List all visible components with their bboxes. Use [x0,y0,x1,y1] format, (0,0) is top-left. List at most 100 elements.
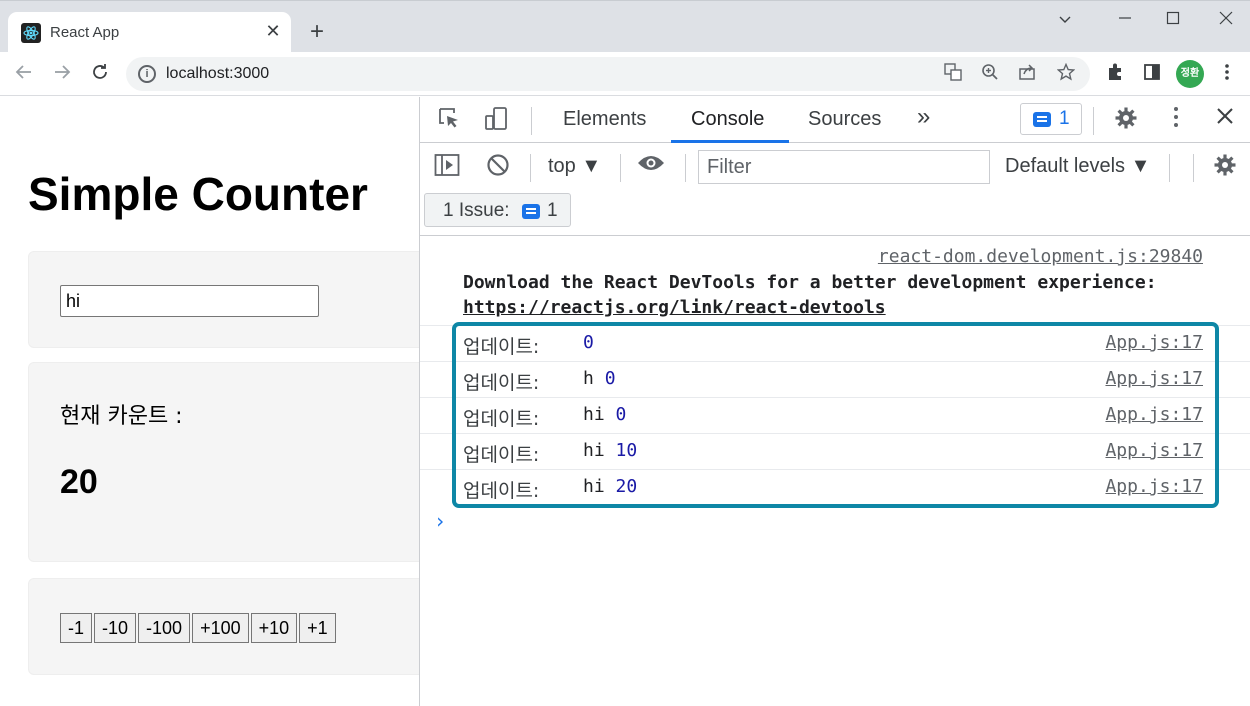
separator [531,107,532,135]
device-toolbar-icon[interactable] [482,106,510,134]
issues-button[interactable]: 1 Issue: 1 [424,193,571,227]
close-window-icon[interactable] [1211,9,1241,33]
tab-close-icon[interactable]: ✕ [262,20,284,42]
devtools-tab-bar: Elements Console Sources » 1 [420,97,1250,143]
sidebar-toggle-icon[interactable] [433,153,461,181]
browser-window: React App ✕ + i localhost:3000 정환 Simple… [0,0,1250,706]
minimize-icon[interactable] [1110,9,1140,33]
count-value: 20 [60,463,98,501]
separator [530,154,531,182]
active-tab-indicator [671,140,789,143]
log-number: 10 [615,440,638,461]
minus-10-button[interactable]: -10 [94,613,137,643]
react-logo-icon [21,23,41,43]
close-devtools-icon[interactable] [1211,106,1239,134]
more-options-icon[interactable] [1162,106,1190,134]
plus-10-button[interactable]: +10 [250,613,298,643]
log-text: hi 0 [583,404,627,425]
log-source-link[interactable]: App.js:17 [1105,476,1203,497]
context-select[interactable]: top ▼ [548,155,601,178]
url-text: localhost:3000 [166,65,270,82]
separator [1169,154,1170,182]
extensions-icon[interactable] [1103,62,1127,86]
react-devtools-link[interactable]: https://reactjs.org/link/react-devtools [463,297,886,318]
forward-icon[interactable] [50,62,74,86]
devtools-panel: Elements Console Sources » 1 top ▼ Filte… [419,97,1250,706]
minus-1-button[interactable]: -1 [60,613,93,643]
side-panel-icon[interactable] [1140,62,1164,86]
maximize-icon[interactable] [1158,9,1188,33]
browser-toolbar: i localhost:3000 정환 [0,52,1250,96]
tab-strip: React App ✕ + [0,0,1250,53]
console-output: react-dom.development.js:29840 Download … [420,237,1250,706]
issues-bar: 1 Issue: 1 [420,190,1250,236]
log-source-link[interactable]: App.js:17 [1105,368,1203,389]
tab-elements[interactable]: Elements [563,108,646,131]
separator [1193,154,1194,182]
log-label: 업데이트: [463,336,540,358]
log-label: 업데이트: [463,408,540,430]
log-text: hi 20 [583,476,638,497]
log-label: 업데이트: [463,372,540,394]
translate-icon[interactable] [942,63,964,85]
log-message: Download the React DevTools for a better… [463,272,1157,293]
plus-100-button[interactable]: +100 [192,613,249,643]
log-row: 업데이트: hi 0 App.js:17 [420,397,1250,433]
address-bar[interactable]: i localhost:3000 [126,57,1090,91]
reload-icon[interactable] [88,62,112,86]
log-levels-select[interactable]: Default levels ▼ [1005,155,1150,178]
log-source-link[interactable]: App.js:17 [1105,332,1203,353]
page-viewport: Simple Counter hi 현재 카운트 : 20 -1 -10 -10… [0,97,419,706]
back-icon[interactable] [12,62,36,86]
plus-1-button[interactable]: +1 [299,613,336,643]
filter-input[interactable]: Filter [698,150,990,184]
log-source-link[interactable]: App.js:17 [1105,440,1203,461]
minus-100-button[interactable]: -100 [138,613,191,643]
site-info-icon[interactable]: i [138,65,156,83]
zoom-icon[interactable] [979,63,1001,85]
log-number: 20 [615,476,638,497]
more-tabs-icon[interactable]: » [917,103,930,131]
separator [620,154,621,182]
issues-badge[interactable]: 1 [1020,103,1082,135]
log-source-link[interactable]: App.js:17 [1105,404,1203,425]
tab-react-app[interactable]: React App ✕ [8,12,291,53]
log-text: h 0 [583,368,616,389]
log-source-link[interactable]: react-dom.development.js:29840 [878,246,1203,267]
tab-search-icon[interactable] [1050,9,1080,33]
share-icon[interactable] [1016,63,1038,85]
log-row: 업데이트: hi 10 App.js:17 [420,433,1250,469]
text-input[interactable]: hi [60,285,319,317]
bookmark-star-icon[interactable] [1055,62,1077,85]
button-card: -1 -10 -100 +100 +10 +1 [28,578,419,675]
console-toolbar: top ▼ Filter Default levels ▼ [420,144,1250,190]
clear-console-icon[interactable] [484,153,512,181]
tab-sources[interactable]: Sources [808,108,881,131]
log-text: 0 [583,332,594,353]
chrome-menu-icon[interactable] [1215,62,1239,86]
log-row: 업데이트: h 0 App.js:17 [420,361,1250,397]
issues-label: 1 Issue: [443,200,510,221]
console-prompt-icon[interactable]: › [434,509,446,533]
tab-console[interactable]: Console [691,108,764,131]
console-settings-gear-icon[interactable] [1211,153,1239,181]
issues-count: 1 [1059,108,1070,129]
tab-title: React App [50,24,120,41]
inspect-element-icon[interactable] [435,106,463,134]
log-row: 업데이트: hi 20 App.js:17 [420,469,1250,505]
separator [685,154,686,182]
message-bubble-icon [1033,112,1051,127]
page-title: Simple Counter [28,168,368,220]
message-bubble-icon [522,204,540,219]
new-tab-button[interactable]: + [304,20,330,46]
profile-avatar[interactable]: 정환 [1176,60,1204,88]
log-label: 업데이트: [463,480,540,502]
settings-gear-icon[interactable] [1112,106,1140,134]
log-number: 0 [583,332,594,353]
count-card: 현재 카운트 : 20 [28,362,419,562]
separator [1093,107,1094,135]
input-card: hi [28,251,419,348]
counter-buttons: -1 -10 -100 +100 +10 +1 [60,613,338,643]
log-label: 업데이트: [463,444,540,466]
live-expression-eye-icon[interactable] [637,153,665,181]
